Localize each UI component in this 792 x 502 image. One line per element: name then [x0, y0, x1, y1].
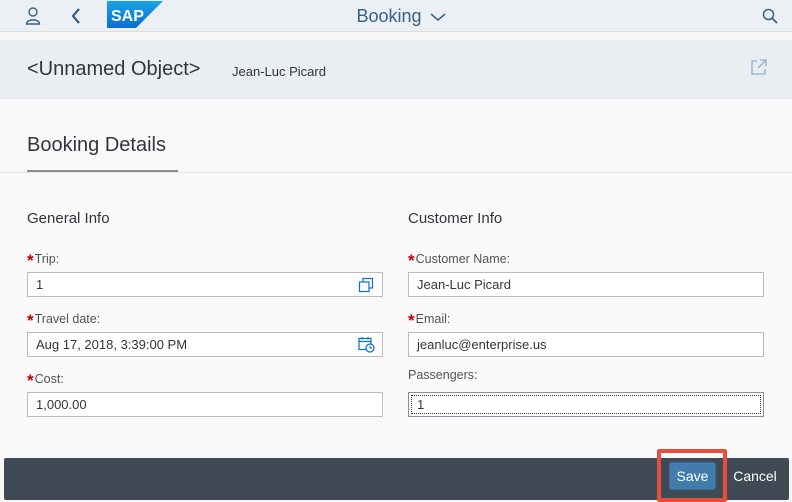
app-title: Booking — [356, 5, 422, 26]
cost-field[interactable]: 1,000.00 — [27, 392, 383, 417]
customer-name-field[interactable]: Jean-Luc Picard — [408, 272, 764, 297]
travel-date-label: *Travel date: — [27, 311, 101, 330]
app-title-menu[interactable]: Booking — [356, 5, 446, 27]
value-help-icon[interactable] — [358, 277, 374, 293]
trip-field[interactable]: 1 — [27, 272, 383, 297]
booking-details-section: Booking Details General Info *Trip: 1 *T… — [0, 98, 792, 458]
required-marker: * — [408, 311, 415, 330]
share-icon[interactable] — [750, 58, 770, 78]
required-marker: * — [27, 251, 34, 270]
cost-value: 1,000.00 — [36, 397, 87, 412]
calendar-icon[interactable] — [358, 336, 375, 353]
customer-name-label: *Customer Name: — [408, 251, 511, 270]
customer-name-value: Jean-Luc Picard — [417, 277, 511, 292]
section-divider — [0, 172, 792, 173]
email-label: *Email: — [408, 311, 451, 330]
trip-label: *Trip: — [27, 251, 60, 270]
customer-info-title: Customer Info — [408, 210, 503, 227]
general-info-title: General Info — [27, 210, 110, 227]
app-title-area: Booking — [0, 0, 792, 32]
trip-value: 1 — [36, 277, 44, 292]
email-value: jeanluc@enterprise.us — [417, 337, 547, 352]
object-title: <Unnamed Object> — [27, 58, 201, 80]
search-icon[interactable] — [754, 0, 786, 32]
section-title[interactable]: Booking Details — [27, 134, 166, 157]
passengers-label: Passengers: — [408, 368, 478, 382]
chevron-down-icon — [430, 6, 446, 27]
passengers-field[interactable]: 1 — [408, 392, 764, 417]
object-subtitle: Jean-Luc Picard — [232, 64, 326, 79]
cancel-button[interactable]: Cancel — [730, 462, 780, 490]
cost-label: *Cost: — [27, 371, 64, 390]
object-header: <Unnamed Object> Jean-Luc Picard — [0, 40, 792, 98]
passengers-value: 1 — [417, 397, 425, 412]
travel-date-value: Aug 17, 2018, 3:39:00 PM — [36, 337, 188, 352]
required-marker: * — [408, 251, 415, 270]
shell-bar: SAP Booking — [0, 0, 792, 32]
required-marker: * — [27, 311, 34, 330]
save-button[interactable]: Save — [669, 462, 716, 490]
email-field[interactable]: jeanluc@enterprise.us — [408, 332, 764, 357]
required-marker: * — [27, 371, 34, 390]
travel-date-field[interactable]: Aug 17, 2018, 3:39:00 PM — [27, 332, 383, 357]
